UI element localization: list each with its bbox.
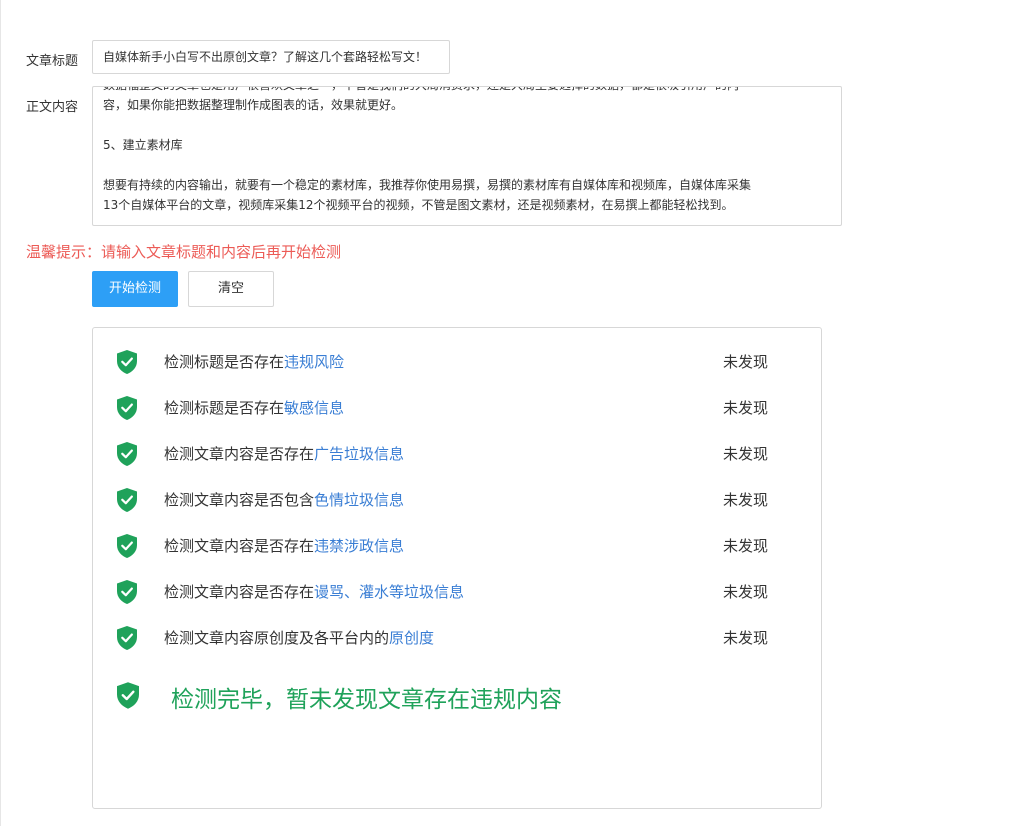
content-line: 想要有持续的内容输出，就要有一个稳定的素材库，我推荐你使用易撰，易撰的素材库有自…	[103, 178, 752, 192]
check-keyword-link[interactable]: 原创度	[389, 629, 434, 647]
check-status: 未发现	[723, 583, 769, 601]
check-keyword-link[interactable]: 谩骂、灌水等垃圾信息	[314, 583, 464, 601]
check-text: 检测文章内容是否存在广告垃圾信息	[164, 443, 404, 464]
result-panel: 检测标题是否存在违规风险 未发现 检测标题是否存在敏感信息 未发现 检测文章内容…	[92, 327, 822, 809]
clear-button[interactable]: 清空	[188, 271, 274, 307]
check-keyword-link[interactable]: 色情垃圾信息	[314, 491, 404, 509]
check-text: 检测文章内容是否存在谩骂、灌水等垃圾信息	[164, 581, 464, 602]
check-keyword-link[interactable]: 违禁涉政信息	[314, 537, 404, 555]
check-status: 未发现	[723, 537, 769, 555]
start-check-button[interactable]: 开始检测	[92, 271, 178, 307]
shield-check-icon	[117, 626, 137, 650]
content-line: 13个自媒体平台的文章，视频库采集12个视频平台的视频，不管是图文素材，还是视频…	[103, 198, 734, 212]
result-row: 检测文章内容原创度及各平台内的原创度 未发现	[93, 624, 821, 652]
left-divider	[0, 0, 1, 826]
check-status: 未发现	[723, 491, 769, 509]
check-keyword-link[interactable]: 敏感信息	[284, 399, 344, 417]
check-text: 检测文章内容是否包含色情垃圾信息	[164, 489, 404, 510]
content-label: 正文内容	[26, 100, 79, 115]
warm-tip: 温馨提示：请输入文章标题和内容后再开始检测	[26, 243, 342, 261]
content-line: 数据福整文的文章也是用户很喜欢文章之一，不管是我们的大局消费求，还是大局主要选择…	[103, 87, 823, 95]
check-status: 未发现	[723, 399, 769, 417]
check-prefix: 检测标题是否存在	[164, 353, 285, 371]
content-line: 容，如果你能把数据整理制作成图表的话，效果就更好。	[103, 98, 404, 112]
summary-text: 检测完毕，暂未发现文章存在违规内容	[171, 687, 562, 713]
check-prefix: 检测文章内容原创度及各平台内的	[164, 629, 390, 647]
shield-check-icon	[117, 682, 139, 709]
shield-check-icon	[117, 350, 137, 374]
check-summary: 检测完毕，暂未发现文章存在违规内容	[93, 680, 821, 714]
result-row: 检测文章内容是否存在违禁涉政信息 未发现	[93, 532, 821, 560]
result-row: 检测标题是否存在违规风险 未发现	[93, 348, 821, 376]
shield-check-icon	[117, 534, 137, 558]
check-status: 未发现	[723, 629, 769, 647]
check-text: 检测标题是否存在违规风险	[164, 351, 344, 372]
check-text: 检测标题是否存在敏感信息	[164, 397, 344, 418]
check-keyword-link[interactable]: 违规风险	[284, 353, 344, 371]
check-keyword-link[interactable]: 广告垃圾信息	[314, 445, 404, 463]
check-text: 检测文章内容原创度及各平台内的原创度	[164, 627, 434, 648]
shield-check-icon	[117, 396, 137, 420]
content-blank-line	[103, 155, 823, 175]
check-prefix: 检测文章内容是否包含	[164, 491, 315, 509]
result-row: 检测文章内容是否存在广告垃圾信息 未发现	[93, 440, 821, 468]
title-label: 文章标题	[26, 54, 79, 69]
shield-check-icon	[117, 580, 137, 604]
check-prefix: 检测文章内容是否存在	[164, 537, 315, 555]
check-prefix: 检测文章内容是否存在	[164, 445, 315, 463]
check-prefix: 检测标题是否存在	[164, 399, 285, 417]
result-row: 检测文章内容是否包含色情垃圾信息 未发现	[93, 486, 821, 514]
check-status: 未发现	[723, 353, 769, 371]
check-status: 未发现	[723, 445, 769, 463]
title-input[interactable]: 自媒体新手小白写不出原创文章？了解这几个套路轻松写文！	[92, 40, 450, 74]
shield-check-icon	[117, 488, 137, 512]
content-textarea[interactable]: 数据福整文的文章也是用户很喜欢文章之一，不管是我们的大局消费求，还是大局主要选择…	[92, 86, 842, 226]
check-text: 检测文章内容是否存在违禁涉政信息	[164, 535, 404, 556]
content-text: 数据福整文的文章也是用户很喜欢文章之一，不管是我们的大局消费求，还是大局主要选择…	[103, 87, 823, 215]
result-row: 检测文章内容是否存在谩骂、灌水等垃圾信息 未发现	[93, 578, 821, 606]
check-prefix: 检测文章内容是否存在	[164, 583, 315, 601]
content-check-page: 文章标题 自媒体新手小白写不出原创文章？了解这几个套路轻松写文！ 正文内容 数据…	[0, 0, 1035, 826]
content-blank-line	[103, 115, 823, 135]
content-line: 5、建立素材库	[103, 138, 183, 152]
shield-check-icon	[117, 442, 137, 466]
result-row: 检测标题是否存在敏感信息 未发现	[93, 394, 821, 422]
